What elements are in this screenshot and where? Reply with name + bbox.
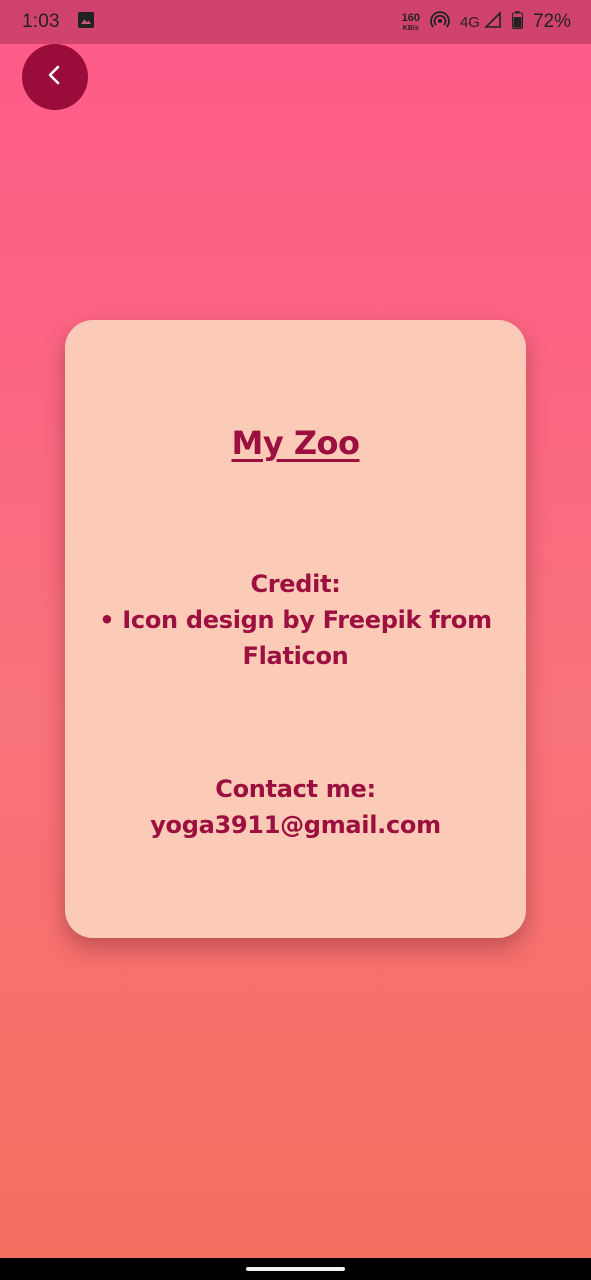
network-type: 4G: [459, 13, 480, 31]
contact-heading: Contact me:: [215, 775, 376, 803]
contact-email: yoga3911@gmail.com: [150, 811, 441, 839]
network-speed: 160 KB/s: [401, 11, 420, 32]
network-speed-unit: KB/s: [402, 24, 419, 32]
status-right: 160 KB/s 4G 72%: [402, 10, 571, 34]
credit-line-1: • Icon design by Freepik from: [99, 606, 492, 634]
about-card: My Zoo Credit: • Icon design by Freepik …: [65, 320, 526, 938]
battery-icon: [511, 11, 523, 33]
hotspot-icon: [430, 10, 450, 34]
back-button[interactable]: [22, 44, 88, 110]
image-notification-icon: [77, 12, 94, 32]
home-gesture-handle[interactable]: [246, 1267, 345, 1271]
chevron-left-icon: [43, 63, 67, 91]
status-left: 1:03: [22, 11, 94, 33]
status-time: 1:03: [22, 11, 60, 32]
status-bar: 1:03 160 KB/s 4G 72%: [0, 0, 591, 44]
contact-section: Contact me: yoga3911@gmail.com: [85, 771, 506, 843]
signal-icon: [484, 11, 502, 33]
credit-heading: Credit:: [250, 570, 341, 598]
app-title: My Zoo: [231, 424, 360, 462]
battery-percent: 72%: [532, 11, 571, 32]
network-speed-value: 160: [401, 11, 420, 24]
credit-line-2: Flaticon: [242, 642, 349, 670]
about-screen: 1:03 160 KB/s 4G 72% My Zoo Credit: • Ic…: [0, 0, 591, 1280]
navigation-bar: [0, 1258, 591, 1280]
credit-section: Credit: • Icon design by Freepik from Fl…: [89, 566, 502, 674]
